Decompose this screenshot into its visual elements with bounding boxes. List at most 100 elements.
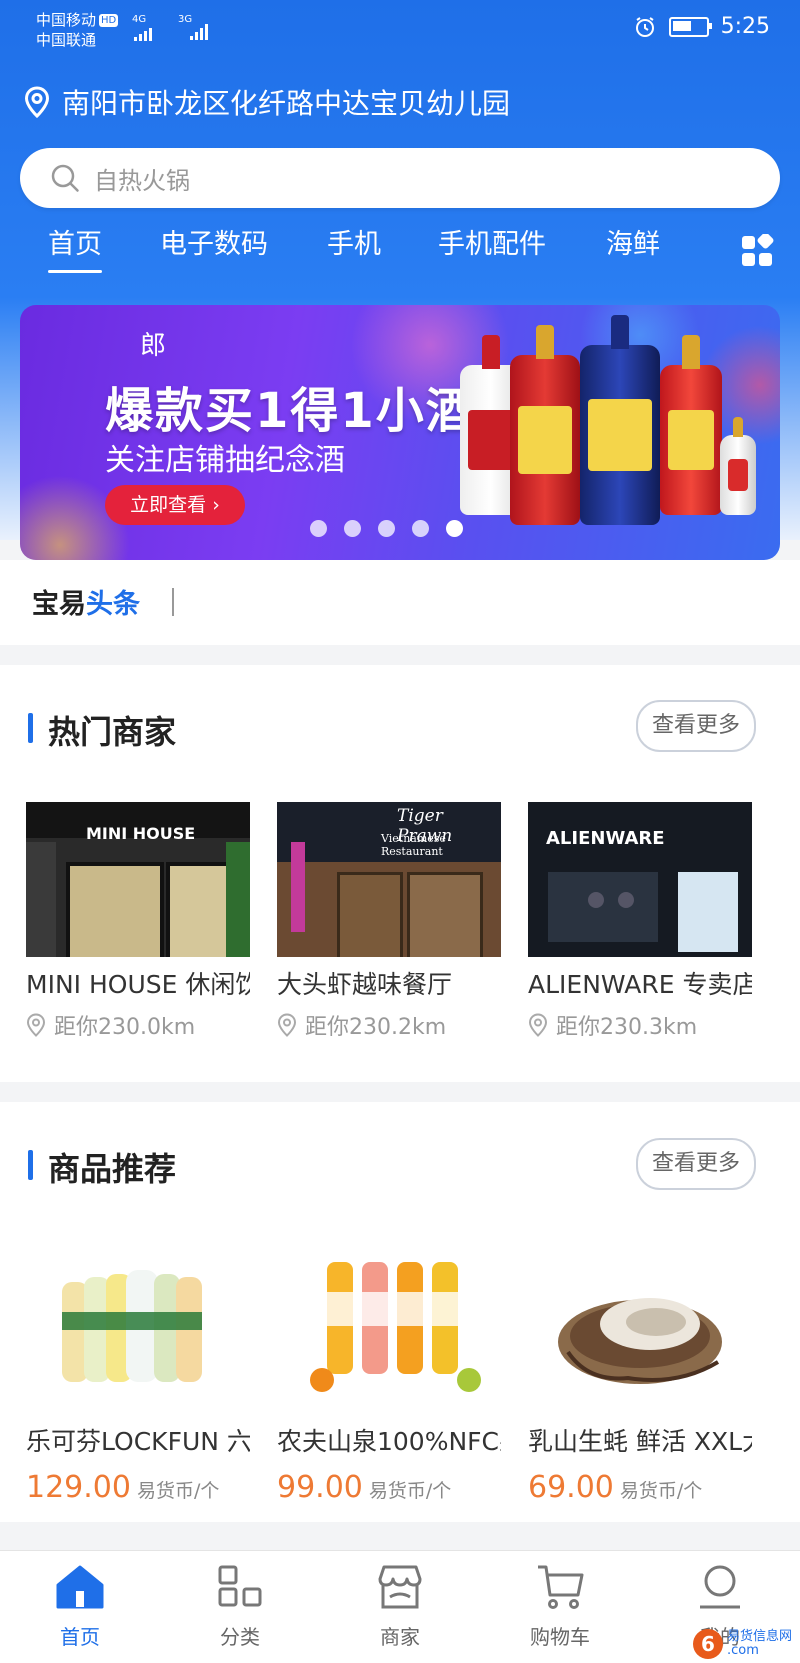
distance-text: 距你230.3km — [556, 1015, 698, 1040]
all-categories-icon[interactable] — [740, 234, 774, 268]
liquor-bottle-image — [660, 335, 722, 515]
category-tabs: 首页 电子数码 手机 手机配件 海鲜 — [0, 222, 800, 273]
divider — [172, 588, 174, 616]
store-image: MINI HOUSE — [26, 802, 250, 957]
price-value: 129.00 — [26, 1470, 131, 1505]
section-title: 热门商家 — [28, 707, 176, 753]
tabbar-label: 购物车 — [530, 1625, 590, 1649]
product-name: 农夫山泉100%NFC果 — [277, 1427, 501, 1456]
store-icon — [378, 1565, 422, 1609]
location-pin-icon — [26, 1013, 46, 1037]
store-sign: MINI HOUSE — [86, 824, 196, 843]
product-price: 129.00 易货币/个 — [26, 1470, 250, 1505]
user-icon — [700, 1565, 740, 1609]
tabbar-label: 商家 — [380, 1625, 420, 1649]
pagination-dot[interactable] — [310, 520, 327, 537]
bottom-tab-bar: 首页 分类 商家 购物车 我的 6 易货信息网.com — [0, 1550, 800, 1663]
store-distance: 距你230.0km — [26, 1009, 250, 1041]
clock: 5:25 — [720, 14, 770, 39]
banner-button-label: 立即查看 — [130, 494, 207, 516]
location-pin-icon — [528, 1013, 548, 1037]
tabbar-home[interactable]: 首页 — [20, 1563, 140, 1650]
tabbar-cart[interactable]: 购物车 — [500, 1563, 620, 1650]
product-image — [277, 1252, 501, 1402]
hot-stores-section: 热门商家 查看更多 MINI HOUSE MINI HOUSE 休闲饮 距你23… — [0, 665, 800, 1082]
tabbar-category[interactable]: 分类 — [180, 1563, 300, 1650]
signal-2-icon — [190, 24, 208, 40]
carrier-2: 中国联通 — [36, 31, 97, 49]
distance-text: 距你230.2km — [305, 1015, 447, 1040]
carrier-1: 中国移动 — [36, 11, 97, 29]
store-card[interactable]: ALIENWARE ALIENWARE 专卖店 距你230.3km — [528, 802, 752, 1041]
product-image — [528, 1252, 752, 1402]
search-bar[interactable]: 自热火锅 — [20, 148, 780, 208]
banner-title: 爆款买1得1小酒 — [105, 383, 476, 439]
signal-1-icon — [134, 28, 152, 41]
news-ticker[interactable]: 宝易头条 — [0, 560, 800, 645]
section-title: 商品推荐 — [28, 1144, 176, 1190]
store-name: MINI HOUSE 休闲饮 — [26, 970, 250, 999]
pagination-dot[interactable] — [412, 520, 429, 537]
location-selector[interactable]: 南阳市卧龙区化纤路中达宝贝幼儿园 — [24, 82, 510, 122]
banner-subtitle: 关注店铺抽纪念酒 — [105, 443, 345, 478]
store-distance: 距你230.3km — [528, 1009, 752, 1041]
price-value: 69.00 — [528, 1470, 614, 1505]
pagination-dot[interactable] — [344, 520, 361, 537]
tab-electronics[interactable]: 电子数码 — [160, 222, 268, 261]
price-unit: 易货币/个 — [368, 1480, 452, 1502]
store-card[interactable]: MINI HOUSE MINI HOUSE 休闲饮 距你230.0km — [26, 802, 250, 1041]
store-image: ALIENWARE — [528, 802, 752, 957]
liquor-bottle-image — [510, 325, 580, 525]
tabbar-label: 首页 — [60, 1625, 100, 1649]
tabbar-label: 分类 — [220, 1625, 260, 1649]
product-price: 69.00 易货币/个 — [528, 1470, 752, 1505]
tab-phone-accessories[interactable]: 手机配件 — [438, 222, 546, 261]
product-card[interactable]: 农夫山泉100%NFC果 99.00 易货币/个 — [277, 1252, 501, 1505]
battery-icon — [668, 16, 712, 37]
home-icon — [56, 1565, 104, 1609]
status-bar: 中国移动 HD 中国联通 4G 3G 5:25 — [0, 0, 800, 60]
banner-view-button[interactable]: 立即查看 › — [105, 485, 245, 525]
product-image — [26, 1252, 250, 1402]
news-label-a: 宝易 — [32, 589, 86, 620]
banner-logo: 郎 — [140, 331, 167, 361]
pagination-dot-active[interactable] — [446, 520, 463, 537]
search-input[interactable]: 自热火锅 — [94, 161, 190, 196]
location-pin-icon — [277, 1013, 297, 1037]
tab-seafood[interactable]: 海鲜 — [606, 222, 660, 261]
recommended-products-section: 商品推荐 查看更多 乐可芬LOCKFUN 六 129.00 易货币/个 农夫山泉… — [0, 1102, 800, 1522]
banner-pagination — [310, 520, 463, 537]
product-card[interactable]: 乳山生蚝 鲜活 XXL大 69.00 易货币/个 — [528, 1252, 752, 1505]
alarm-icon — [635, 16, 654, 37]
tab-phones[interactable]: 手机 — [327, 222, 381, 261]
view-more-products-button[interactable]: 查看更多 — [636, 1138, 756, 1190]
product-name: 乐可芬LOCKFUN 六 — [26, 1427, 250, 1456]
tabbar-stores[interactable]: 商家 — [340, 1563, 460, 1650]
price-value: 99.00 — [277, 1470, 363, 1505]
store-name: 大头虾越味餐厅 — [277, 970, 453, 999]
category-icon — [218, 1565, 262, 1607]
store-sign: ALIENWARE — [546, 828, 665, 849]
carrier-info: 中国移动 HD 中国联通 — [36, 10, 119, 50]
location-text: 南阳市卧龙区化纤路中达宝贝幼儿园 — [62, 87, 511, 120]
store-distance: 距你230.2km — [277, 1009, 501, 1041]
store-card[interactable]: Tiger Prawn Vietnamese Restaurant 大头虾越味餐… — [277, 802, 501, 1041]
liquor-bottle-image — [720, 417, 756, 515]
watermark-logo: 6 易货信息网 .com — [692, 1629, 792, 1659]
news-label-b: 头条 — [86, 589, 140, 620]
product-name: 乳山生蚝 鲜活 XXL大 — [528, 1427, 752, 1456]
price-unit: 易货币/个 — [619, 1480, 703, 1502]
store-image: Tiger Prawn Vietnamese Restaurant — [277, 802, 501, 957]
view-more-stores-button[interactable]: 查看更多 — [636, 700, 756, 752]
price-unit: 易货币/个 — [136, 1480, 220, 1502]
pagination-dot[interactable] — [378, 520, 395, 537]
product-price: 99.00 易货币/个 — [277, 1470, 501, 1505]
liquor-bottle-image — [580, 315, 660, 525]
product-card[interactable]: 乐可芬LOCKFUN 六 129.00 易货币/个 — [26, 1252, 250, 1505]
tab-home[interactable]: 首页 — [48, 222, 102, 273]
promo-banner[interactable]: 郎 爆款买1得1小酒 关注店铺抽纪念酒 立即查看 › — [20, 305, 780, 560]
hd-badge: HD — [99, 14, 119, 27]
news-label: 宝易头条 — [32, 582, 140, 621]
search-icon — [51, 164, 79, 192]
store-name: ALIENWARE 专卖店 — [528, 970, 752, 999]
